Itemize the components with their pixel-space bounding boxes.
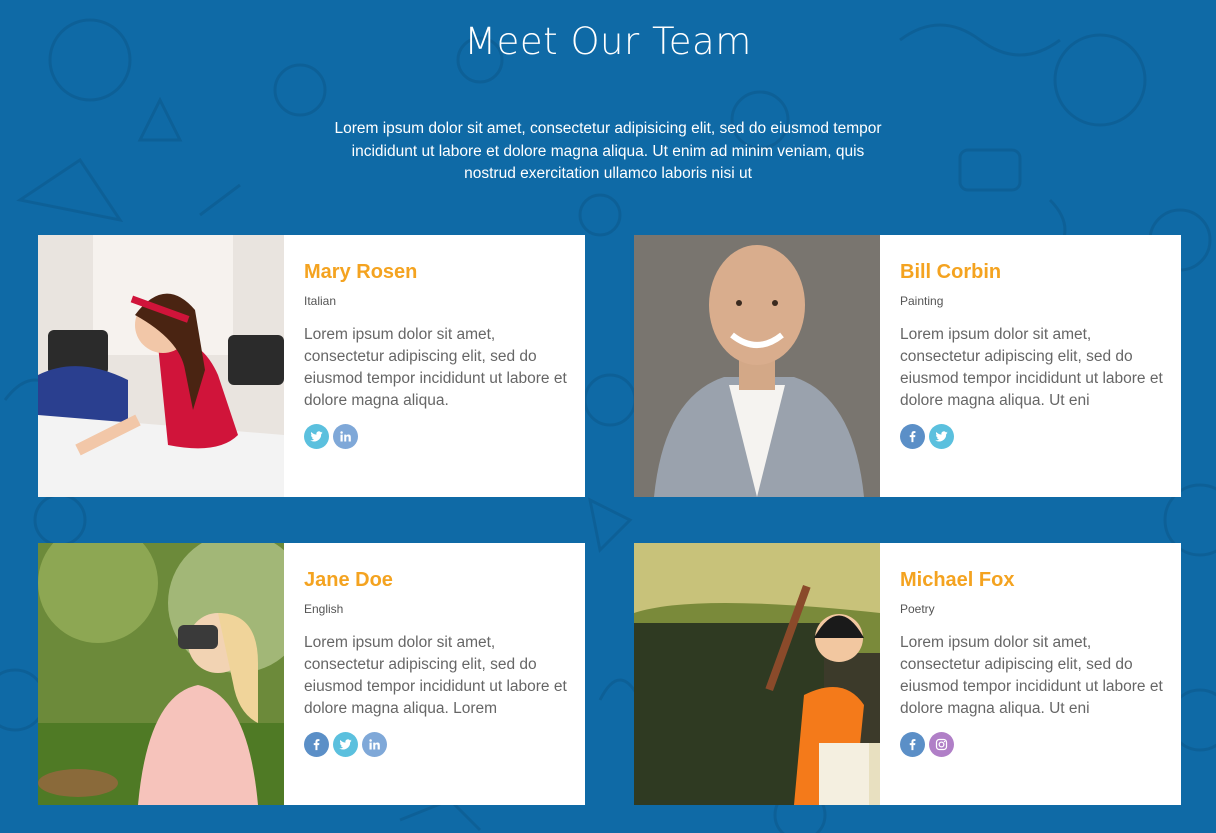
member-bio: Lorem ipsum dolor sit amet, consectetur … [900, 326, 1163, 409]
social-links [900, 424, 1163, 449]
team-card: Jane Doe English Lorem ipsum dolor sit a… [38, 543, 585, 805]
linkedin-icon[interactable] [362, 732, 387, 757]
team-member-photo [634, 543, 880, 805]
facebook-icon[interactable] [304, 732, 329, 757]
member-name: Mary Rosen [304, 261, 418, 283]
member-bio: Lorem ipsum dolor sit amet, consectetur … [304, 326, 567, 409]
member-name: Michael Fox [900, 569, 1015, 591]
member-subject: Painting [900, 294, 944, 308]
linkedin-icon[interactable] [333, 424, 358, 449]
instagram-icon[interactable] [929, 732, 954, 757]
team-card: Mary Rosen Italian Lorem ipsum dolor sit… [38, 235, 585, 497]
social-links [304, 732, 567, 757]
team-member-photo [634, 235, 880, 497]
member-subject: English [304, 602, 344, 616]
twitter-icon[interactable] [929, 424, 954, 449]
member-name: Jane Doe [304, 569, 393, 591]
facebook-icon[interactable] [900, 732, 925, 757]
member-bio: Lorem ipsum dolor sit amet, consectetur … [304, 634, 567, 717]
section-title: Meet Our Team [464, 20, 752, 63]
twitter-icon[interactable] [333, 732, 358, 757]
member-bio: Lorem ipsum dolor sit amet, consectetur … [900, 634, 1163, 717]
team-card: Michael Fox Poetry Lorem ipsum dolor sit… [634, 543, 1181, 805]
twitter-icon[interactable] [304, 424, 329, 449]
member-subject: Italian [304, 294, 337, 308]
social-links [304, 424, 567, 449]
social-links [900, 732, 1163, 757]
section-intro: Lorem ipsum dolor sit amet, consectetur … [334, 120, 882, 182]
team-member-photo [38, 235, 284, 497]
member-subject: Poetry [900, 602, 935, 616]
member-name: Bill Corbin [900, 261, 1002, 283]
facebook-icon[interactable] [900, 424, 925, 449]
team-card: Bill Corbin Painting Lorem ipsum dolor s… [634, 235, 1181, 497]
team-member-photo [38, 543, 284, 805]
